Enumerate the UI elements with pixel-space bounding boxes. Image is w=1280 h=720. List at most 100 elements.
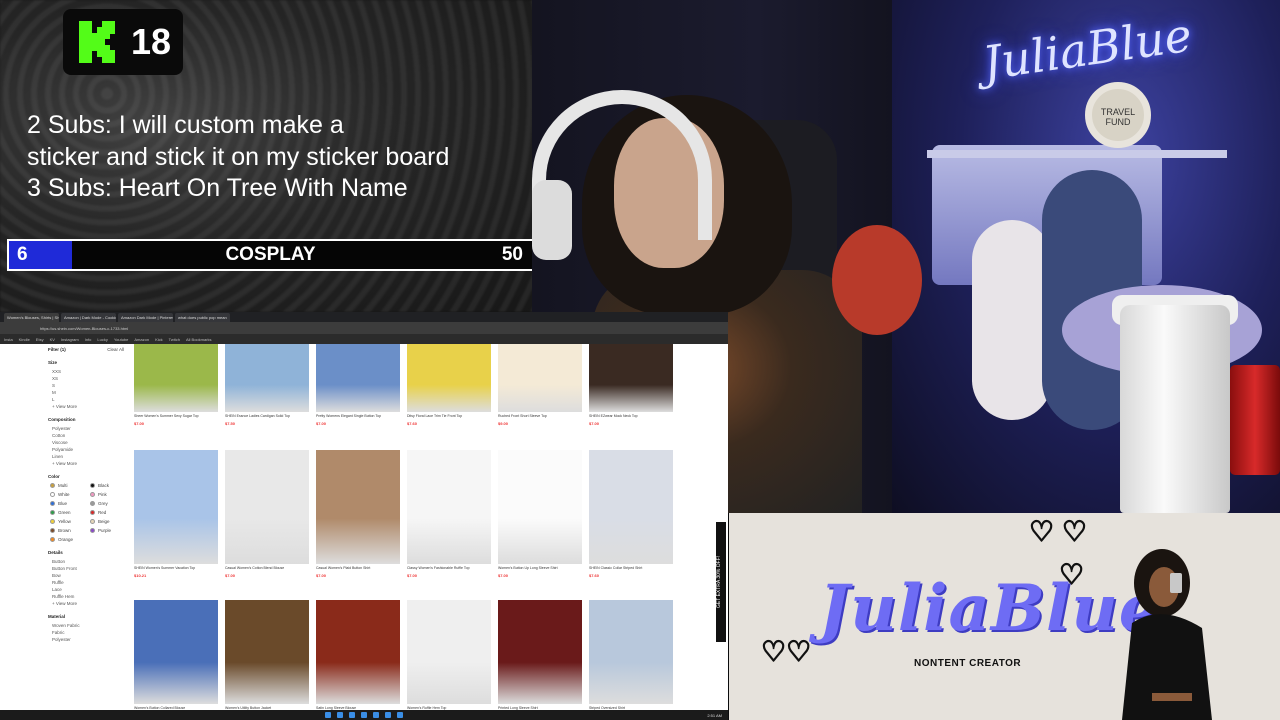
product-title[interactable]: Pretty Womens Elegant Single Button Top [316,414,400,418]
product-card[interactable]: Casual Women's Plaid Button Shirt $7.00 [316,450,400,578]
product-image[interactable] [316,344,400,412]
folder-icon[interactable] [361,712,367,718]
product-card[interactable]: Printed Long Sleeve Shirt$9.00 [498,600,582,718]
view-more-link[interactable]: + View More [52,601,124,606]
bookmark-item[interactable]: Twitch [169,337,180,342]
product-image[interactable] [589,344,673,412]
filter-option[interactable]: XS [52,376,124,381]
product-image[interactable] [498,450,582,564]
filter-option[interactable]: Fabric [52,630,124,635]
product-card[interactable]: Sheer Women's Summer Sexy Sugar Top $7.00 [134,344,218,426]
app-icon[interactable] [385,712,391,718]
browser-tab[interactable]: Women's Blouses, Shirts | Shei [4,313,59,322]
filter-option[interactable]: L [52,397,124,402]
filter-option[interactable]: M [52,390,124,395]
color-swatch[interactable]: Multi [50,483,84,488]
browser-tab[interactable]: what does public pop mean [175,313,230,322]
bookmark-item[interactable]: Kick [155,337,163,342]
product-image[interactable] [134,450,218,564]
product-image[interactable] [589,600,673,704]
product-card[interactable]: Striped Oversized Shirt$9.00 [589,600,673,718]
search-icon[interactable] [337,712,343,718]
product-image[interactable] [407,344,491,412]
product-title[interactable]: Women's Button Up Long Sleeve Shirt [498,566,582,570]
product-image[interactable] [589,450,673,564]
promo-banner[interactable]: GET EXTRA 30% OFF! [716,522,726,642]
filter-option[interactable]: Polyester [52,637,124,642]
product-card[interactable]: Classy Women's Fashionable Ruffle Top $7.… [407,450,491,578]
product-card[interactable]: SHEIN Classic Collar Striped Shirt $7.60 [589,450,673,578]
product-card[interactable]: SHEIN Essnce Ladies Cardigan Solid Top $7… [225,344,309,426]
product-card[interactable]: Women's Button Up Long Sleeve Shirt $7.00 [498,450,582,578]
product-image[interactable] [407,450,491,564]
filter-option[interactable]: Lace [52,587,124,592]
product-card[interactable]: SHEIN EZwear Mock Neck Top $7.00 [589,344,673,426]
product-title[interactable]: SHEIN EZwear Mock Neck Top [589,414,673,418]
view-more-link[interactable]: + View More [52,461,124,466]
filter-section-title[interactable]: Material [48,614,124,619]
product-image[interactable] [498,344,582,412]
filter-section-title[interactable]: Size [48,360,124,365]
product-title[interactable]: SHEIN Women's Summer Vacation Top [134,566,218,570]
filter-section-title[interactable]: Details [48,550,124,555]
filter-option[interactable]: Button Front [52,566,124,571]
start-icon[interactable] [325,712,331,718]
filter-option[interactable]: Cotton [52,433,124,438]
filter-option[interactable]: Viscose [52,440,124,445]
product-card[interactable]: Casual Women's Cotton Blend Blouse $7.00 [225,450,309,578]
product-title[interactable]: Ditsy Floral Lace Trim Tie Front Top [407,414,491,418]
color-swatch[interactable]: White [50,492,84,497]
app-icon[interactable] [373,712,379,718]
product-image[interactable] [498,600,582,704]
filter-option[interactable]: S [52,383,124,388]
view-more-link[interactable]: + View More [52,404,124,409]
color-swatch[interactable]: Blue [50,501,84,506]
app-icon[interactable] [397,712,403,718]
filter-option[interactable]: Polyamide [52,447,124,452]
bookmark-item[interactable]: All Bookmarks [186,337,212,342]
bookmark-item[interactable]: Amazon [134,337,149,342]
bookmark-item[interactable]: Etsy [36,337,44,342]
color-swatch[interactable]: Beige [90,519,124,524]
color-swatch[interactable]: Orange [50,537,84,542]
color-swatch[interactable]: Grey [90,501,124,506]
bookmark-item[interactable]: Lucky [97,337,107,342]
filter-section-title[interactable]: Composition [48,417,124,422]
product-card[interactable]: Ditsy Floral Lace Trim Tie Front Top $7.6… [407,344,491,426]
product-card[interactable]: Satin Long Sleeve Blouse$8.00 [316,600,400,718]
browser-tab[interactable]: Amazon Dark Mode | Pinterest [118,313,173,322]
product-title[interactable]: Classy Women's Fashionable Ruffle Top [407,566,491,570]
color-swatch[interactable]: Black [90,483,124,488]
bookmark-item[interactable]: Insta [4,337,13,342]
color-swatch[interactable]: Brown [50,528,84,533]
product-card[interactable]: Women's Utility Button Jacket$9.00 [225,600,309,718]
product-image[interactable] [225,450,309,564]
product-title[interactable]: SHEIN Classic Collar Striped Shirt [589,566,673,570]
bookmark-item[interactable]: Instagram [61,337,79,342]
product-title[interactable]: Casual Women's Plaid Button Shirt [316,566,400,570]
product-image[interactable] [134,344,218,412]
color-swatch[interactable]: Pink [90,492,124,497]
product-card[interactable]: Women's Ruffle Hem Top$8.00 [407,600,491,718]
browser-icon[interactable] [349,712,355,718]
filter-option[interactable]: XXS [52,369,124,374]
product-image[interactable] [225,344,309,412]
color-swatch[interactable]: Red [90,510,124,515]
bookmark-item[interactable]: Youtube [114,337,129,342]
filter-option[interactable]: Woven Fabric [52,623,124,628]
color-swatch[interactable]: Green [50,510,84,515]
product-title[interactable]: Ruched Front Short Sleeve Top [498,414,582,418]
address-url[interactable]: https://us.shein.com/Women-Blouses-c-173… [40,326,128,331]
browser-tab[interactable]: Amazon | Dark Mode - Cookie [61,313,116,322]
filter-option[interactable]: Polyester [52,426,124,431]
filter-option[interactable]: Linen [52,454,124,459]
product-image[interactable] [316,600,400,704]
filter-option[interactable]: Ruffle Hem [52,594,124,599]
color-swatch[interactable]: Purple [90,528,124,533]
filter-option[interactable]: Bow [52,573,124,578]
color-swatch[interactable]: Yellow [50,519,84,524]
product-image[interactable] [134,600,218,704]
clear-all-link[interactable]: Clear All [107,347,124,352]
bookmark-item[interactable]: Info [85,337,92,342]
product-card[interactable]: SHEIN Women's Summer Vacation Top $10.21 [134,450,218,578]
